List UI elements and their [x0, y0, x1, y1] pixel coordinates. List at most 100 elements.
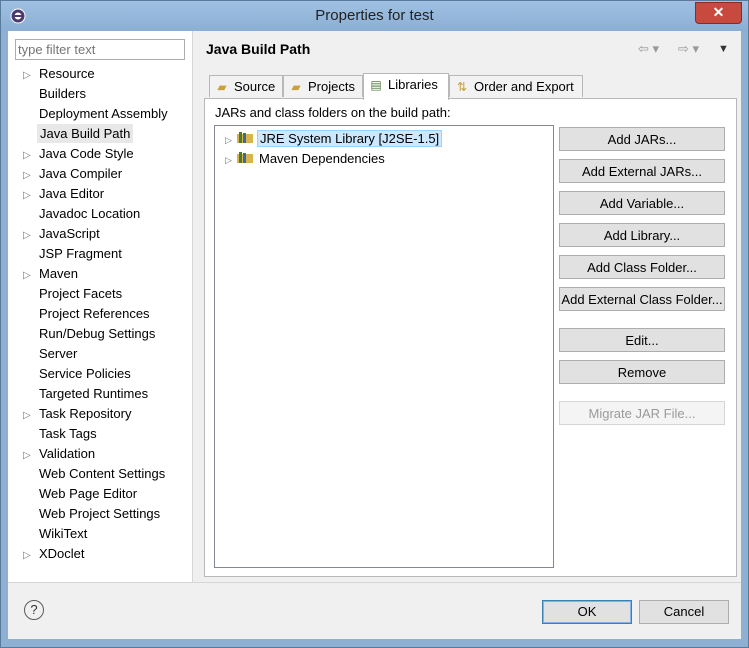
tree-item-label: Task Repository: [39, 406, 132, 421]
tree-item-label: Maven: [39, 266, 79, 281]
expand-arrow-icon[interactable]: ▷: [23, 66, 37, 86]
tree-item[interactable]: ▷ Resource: [23, 64, 97, 84]
expand-arrow-icon[interactable]: ▷: [23, 186, 37, 206]
tree-item[interactable]: WikiText: [23, 524, 89, 544]
title-bar[interactable]: Properties for test ✕: [1, 1, 748, 31]
library-icon: [237, 152, 253, 163]
expand-arrow-icon[interactable]: ▷: [23, 166, 37, 186]
tree-item[interactable]: Builders: [23, 84, 88, 104]
tree-item[interactable]: Service Policies: [23, 364, 133, 384]
migrate-jar-button: Migrate JAR File...: [559, 401, 725, 425]
libraries-caption: JARs and class folders on the build path…: [215, 105, 451, 120]
page-title: Java Build Path: [206, 41, 311, 57]
expand-arrow-icon[interactable]: ▷: [23, 226, 37, 246]
libraries-icon: ▤: [370, 78, 382, 92]
tree-item-label: Project References: [39, 306, 150, 321]
expand-arrow-icon[interactable]: ▷: [23, 546, 37, 566]
help-icon[interactable]: ?: [24, 600, 44, 620]
window-title: Properties for test: [315, 7, 434, 24]
back-nav-icon[interactable]: ⇦ ▾: [638, 41, 659, 57]
tree-item-label: Builders: [39, 86, 86, 101]
tree-item[interactable]: Targeted Runtimes: [23, 384, 150, 404]
tree-item-label: Java Compiler: [39, 166, 123, 181]
tree-item-label: Java Code Style: [39, 146, 134, 161]
tree-item-label: Server: [39, 346, 78, 361]
tree-item-label: Java Build Path: [37, 124, 134, 143]
edit-button[interactable]: Edit...: [559, 328, 725, 352]
tree-item-label: Web Project Settings: [39, 506, 161, 521]
tab-order-and-export[interactable]: ⇅ Order and Export: [449, 75, 583, 97]
tree-item[interactable]: Web Content Settings: [23, 464, 167, 484]
expand-arrow-icon[interactable]: ▷: [23, 266, 37, 286]
tree-item[interactable]: ▷ Java Editor: [23, 184, 106, 204]
tree-item[interactable]: ▷ Validation: [23, 444, 97, 464]
tree-item-label: Run/Debug Settings: [39, 326, 156, 341]
tree-item[interactable]: Run/Debug Settings: [23, 324, 157, 344]
tree-item-label: Web Page Editor: [39, 486, 138, 501]
expand-arrow-icon[interactable]: ▷: [23, 446, 37, 466]
tab-projects[interactable]: ▰ Projects: [283, 75, 363, 97]
view-menu-icon[interactable]: ▼: [718, 43, 729, 55]
close-button[interactable]: ✕: [695, 2, 742, 24]
tree-item[interactable]: Deployment Assembly: [23, 104, 170, 124]
expand-arrow-icon[interactable]: ▷: [23, 406, 37, 426]
add-library-button[interactable]: Add Library...: [559, 223, 725, 247]
dialog-client: ▷ResourceBuildersDeployment AssemblyJava…: [8, 31, 741, 639]
tree-item[interactable]: Web Page Editor: [23, 484, 139, 504]
tree-item[interactable]: Server: [23, 344, 79, 364]
tree-item[interactable]: ▷ Java Code Style: [23, 144, 136, 164]
properties-window: Properties for test ✕ ▷ResourceBuildersD…: [0, 0, 749, 648]
expand-arrow-icon[interactable]: ▷: [225, 131, 235, 149]
tree-item-label: Validation: [39, 446, 96, 461]
add-external-jars-button[interactable]: Add External JARs...: [559, 159, 725, 183]
tree-item-label: JSP Fragment: [39, 246, 122, 261]
projects-icon: ▰: [291, 80, 301, 94]
tree-item[interactable]: ▷ JavaScript: [23, 224, 102, 244]
forward-nav-icon[interactable]: ⇨ ▾: [678, 41, 699, 57]
tree-item[interactable]: Web Project Settings: [23, 504, 162, 524]
tree-item[interactable]: ▷ Maven: [23, 264, 80, 284]
expand-arrow-icon[interactable]: ▷: [225, 151, 235, 169]
tree-item-label: Deployment Assembly: [39, 106, 168, 121]
add-variable-button[interactable]: Add Variable...: [559, 191, 725, 215]
tree-item[interactable]: JSP Fragment: [23, 244, 124, 264]
tree-item-label: Service Policies: [39, 366, 131, 381]
tree-item-label: Javadoc Location: [39, 206, 141, 221]
add-jars-button[interactable]: Add JARs...: [559, 127, 725, 151]
cancel-button[interactable]: Cancel: [639, 600, 729, 624]
tree-item-label: Project Facets: [39, 286, 123, 301]
close-icon: ✕: [712, 4, 725, 20]
tree-item-label: Task Tags: [39, 426, 97, 441]
tree-item[interactable]: Java Build Path: [23, 124, 134, 144]
filter-input[interactable]: [15, 39, 185, 60]
order-export-icon: ⇅: [456, 80, 468, 94]
tree-item[interactable]: ▷ XDoclet: [23, 544, 87, 564]
source-folder-icon: ▰: [217, 80, 227, 94]
library-icon: [237, 132, 253, 143]
remove-button[interactable]: Remove: [559, 360, 725, 384]
tree-item-label: WikiText: [39, 526, 88, 541]
tree-item-label: Resource: [39, 66, 95, 81]
footer-divider: [8, 582, 741, 583]
tree-item-label: XDoclet: [39, 546, 85, 561]
tree-item[interactable]: ▷ Task Repository: [23, 404, 133, 424]
tree-item-label: Targeted Runtimes: [39, 386, 149, 401]
library-item-maven[interactable]: ▷ Maven Dependencies: [225, 150, 387, 168]
tree-item[interactable]: Project Facets: [23, 284, 124, 304]
property-pages-panel: ▷ResourceBuildersDeployment AssemblyJava…: [8, 31, 193, 582]
tab-source[interactable]: ▰ Source: [209, 75, 283, 97]
tree-item-label: JavaScript: [39, 226, 100, 241]
tree-item[interactable]: Javadoc Location: [23, 204, 142, 224]
tree-item[interactable]: ▷ Java Compiler: [23, 164, 124, 184]
tab-libraries[interactable]: ▤ Libraries: [363, 73, 449, 100]
tree-item[interactable]: Task Tags: [23, 424, 99, 444]
libraries-list[interactable]: ▷ JRE System Library [J2SE-1.5] ▷ Maven De…: [214, 125, 554, 568]
expand-arrow-icon[interactable]: ▷: [23, 146, 37, 166]
tree-item-label: Web Content Settings: [39, 466, 166, 481]
add-external-class-folder-button[interactable]: Add External Class Folder...: [559, 287, 725, 311]
add-class-folder-button[interactable]: Add Class Folder...: [559, 255, 725, 279]
tree-item-label: Java Editor: [39, 186, 105, 201]
tree-item[interactable]: Project References: [23, 304, 152, 324]
library-item-jre[interactable]: ▷ JRE System Library [J2SE-1.5]: [225, 130, 443, 149]
ok-button[interactable]: OK: [542, 600, 632, 624]
